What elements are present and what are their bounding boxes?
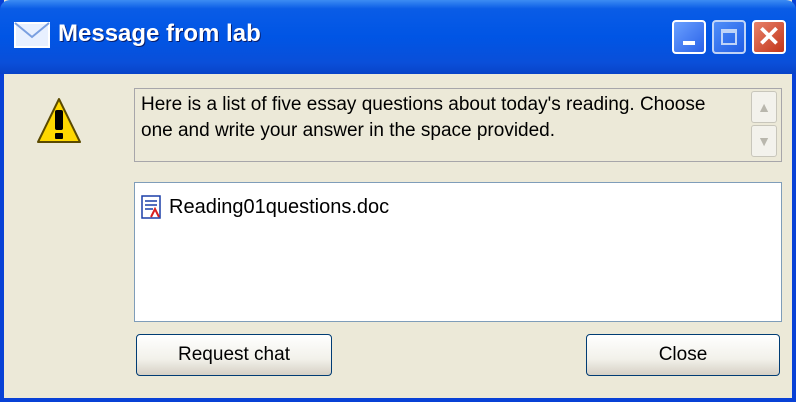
request-chat-button[interactable]: Request chat xyxy=(136,334,332,376)
attachment-list[interactable]: Reading01questions.doc xyxy=(134,182,782,322)
scroll-up-button[interactable]: ▲ xyxy=(751,91,777,123)
minimize-button[interactable] xyxy=(672,20,706,54)
maximize-button[interactable] xyxy=(712,20,746,54)
close-window-button[interactable]: ✕ xyxy=(752,20,786,54)
message-window: Message from lab ✕ Here is a list of fiv… xyxy=(0,0,796,402)
list-item[interactable]: Reading01questions.doc xyxy=(141,193,389,221)
close-icon: ✕ xyxy=(757,21,781,52)
close-button[interactable]: Close xyxy=(586,334,780,376)
minimize-icon xyxy=(683,41,695,45)
scroll-down-button[interactable]: ▼ xyxy=(751,125,777,157)
message-box: Here is a list of five essay questions a… xyxy=(134,88,782,162)
warning-icon xyxy=(37,98,81,143)
message-scrollbar[interactable]: ▲ ▼ xyxy=(751,91,779,159)
document-icon xyxy=(141,195,161,219)
chevron-up-icon: ▲ xyxy=(757,99,771,115)
chevron-down-icon: ▼ xyxy=(757,133,771,149)
message-text: Here is a list of five essay questions a… xyxy=(141,94,706,141)
file-name: Reading01questions.doc xyxy=(169,195,390,218)
window-title: Message from lab xyxy=(58,20,261,47)
envelope-icon xyxy=(14,22,50,48)
maximize-icon xyxy=(721,29,737,45)
title-bar[interactable]: Message from lab ✕ xyxy=(0,0,796,74)
